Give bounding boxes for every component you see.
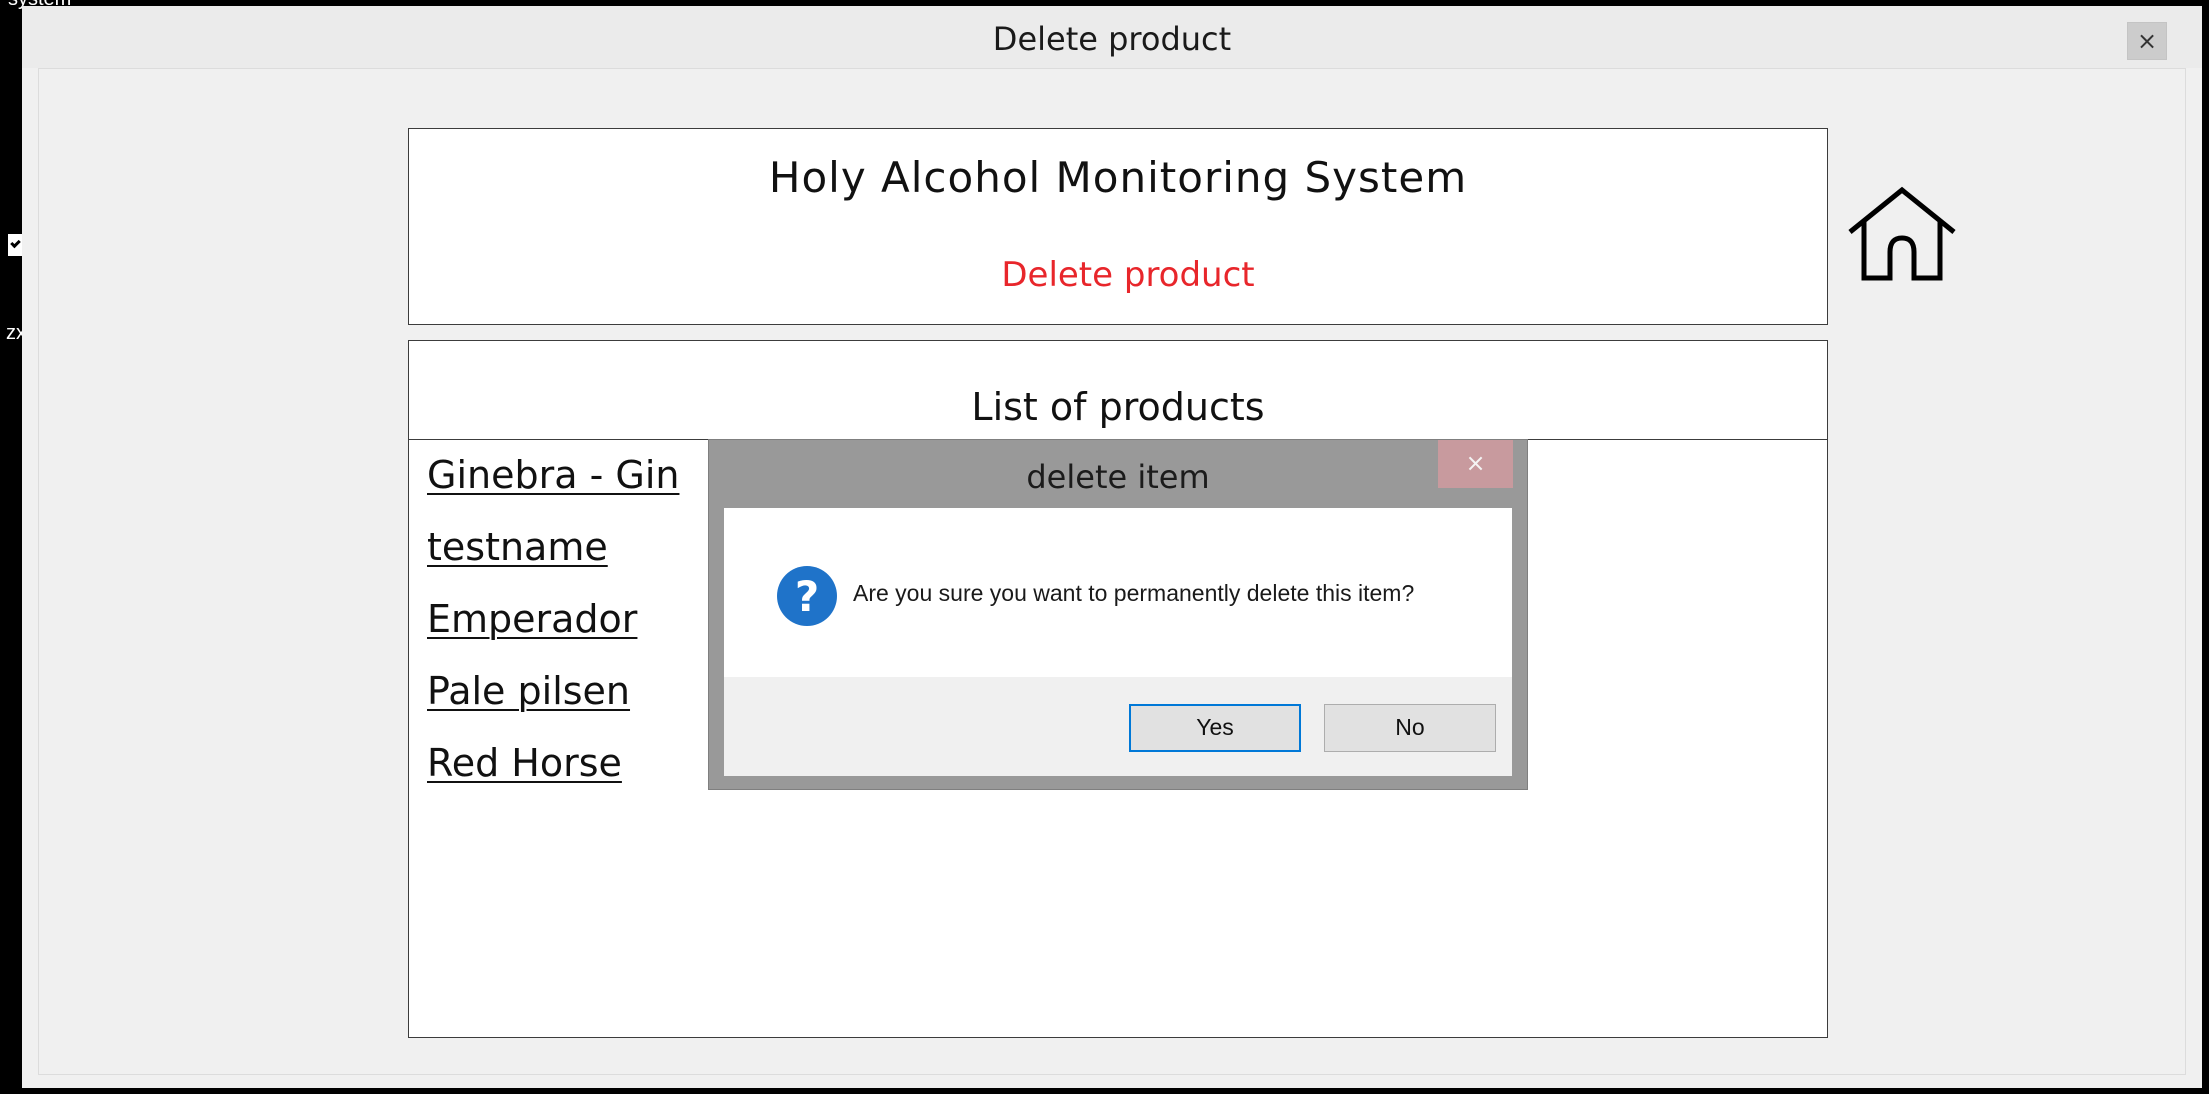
app-title: Holy Alcohol Monitoring System <box>768 153 1468 202</box>
home-icon <box>1848 186 1956 281</box>
list-item: Pale pilsen <box>427 669 679 741</box>
no-button[interactable]: No <box>1324 704 1496 752</box>
dialog-button-bar: Yes No <box>724 677 1512 776</box>
product-list: Ginebra - Gin testname Emperador Pale pi… <box>427 453 679 813</box>
dialog-title: delete item <box>1026 458 1210 496</box>
list-title: List of products <box>971 385 1265 429</box>
page-subtitle: Delete product <box>1001 255 1255 295</box>
svg-text:?: ? <box>795 572 819 621</box>
header-panel: Holy Alcohol Monitoring System Delete pr… <box>408 128 1828 325</box>
product-link[interactable]: testname <box>427 525 608 569</box>
list-header: List of products <box>409 341 1827 440</box>
list-item: testname <box>427 525 679 597</box>
dialog-message-area: ? Are you sure you want to permanently d… <box>724 508 1512 677</box>
product-link[interactable]: Red Horse <box>427 741 622 785</box>
question-icon: ? <box>777 566 837 626</box>
home-button[interactable] <box>1846 186 1958 282</box>
title-bar: Delete product × <box>22 6 2202 68</box>
product-link[interactable]: Emperador <box>427 597 637 641</box>
product-link[interactable]: Ginebra - Gin <box>427 453 679 497</box>
list-item: Emperador <box>427 597 679 669</box>
window-title: Delete product <box>992 20 1232 58</box>
dialog-close-button[interactable]: × <box>1438 440 1513 488</box>
yes-button[interactable]: Yes <box>1129 704 1301 752</box>
confirm-delete-dialog: delete item × ? Are you sure you want to… <box>708 439 1528 790</box>
list-item: Red Horse <box>427 741 679 813</box>
list-item: Ginebra - Gin <box>427 453 679 525</box>
dialog-message: Are you sure you want to permanently del… <box>853 580 1415 606</box>
window-close-button[interactable]: × <box>2127 22 2167 60</box>
dialog-body: ? Are you sure you want to permanently d… <box>724 508 1512 776</box>
product-link[interactable]: Pale pilsen <box>427 669 630 713</box>
